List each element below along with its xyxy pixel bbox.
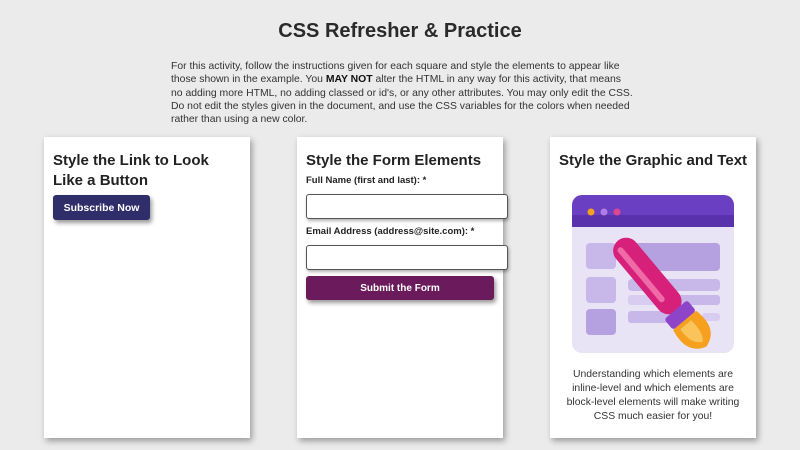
intro-emphasis: MAY NOT: [325, 74, 373, 86]
card-title-graphic: Style the Graphic and Text: [558, 152, 748, 169]
browser-paintbrush-icon: [572, 195, 734, 353]
full-name-label: Full Name (first and last): *: [306, 175, 427, 186]
card-title-link: Style the Link to Look Like a Button: [53, 152, 209, 189]
card-title-form: Style the Form Elements: [306, 152, 482, 169]
email-input[interactable]: [306, 245, 508, 270]
card-form-elements: Style the Form Elements Full Name (first…: [297, 137, 508, 438]
subscribe-now-button[interactable]: Subscribe Now: [53, 195, 150, 220]
card-link-button: Style the Link to Look Like a Button Sub…: [44, 137, 250, 438]
card-graphic-text: Style the Graphic and Text Understanding…: [550, 137, 756, 438]
intro-text: For this activity, follow the instructio…: [171, 61, 633, 126]
graphic-caption: Understanding which elements are inline-…: [566, 369, 740, 422]
page-title: CSS Refresher & Practice: [278, 20, 522, 42]
submit-form-button[interactable]: Submit the Form: [306, 276, 494, 300]
email-label: Email Address (address@site.com): *: [306, 226, 475, 237]
full-name-input[interactable]: [306, 194, 508, 219]
